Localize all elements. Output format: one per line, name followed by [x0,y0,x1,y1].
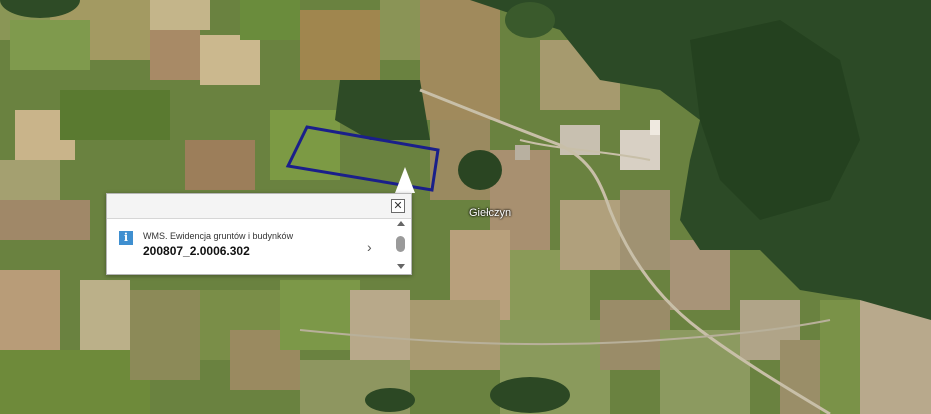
popup-pointer [395,167,415,193]
feature-info-popup: ✕ i WMS. Ewidencja gruntów i budynków 20… [106,193,412,275]
chevron-right-icon[interactable]: › [367,239,372,255]
scroll-down-icon[interactable] [397,264,405,269]
layer-name: WMS. Ewidencja gruntów i budynków [143,231,294,241]
popup-header: ✕ [107,194,411,219]
parcel-id[interactable]: 200807_2.0006.302 [143,244,250,258]
popup-scrollbar[interactable] [396,221,406,269]
info-icon: i [119,231,133,245]
place-label: Giełczyn [469,207,512,219]
close-icon[interactable]: ✕ [391,199,405,213]
map-view[interactable]: Giełczyn ✕ i WMS. Ewidencja gruntów i bu… [0,0,931,414]
scroll-up-icon[interactable] [397,221,405,226]
popup-body: i WMS. Ewidencja gruntów i budynków 2008… [107,219,411,273]
scroll-thumb[interactable] [396,236,405,252]
